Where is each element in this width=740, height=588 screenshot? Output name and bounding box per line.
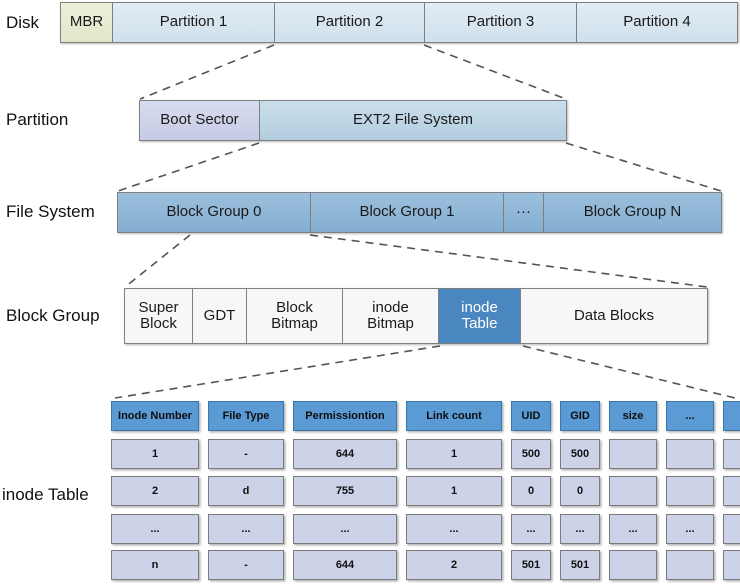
- fs-cell-block-group-1[interactable]: Block Group 1: [311, 193, 504, 232]
- inode-cell-inode-number: ...: [111, 514, 199, 544]
- connector-fs-right: [309, 234, 708, 288]
- bg-cell-inode-table[interactable]: inode Table: [439, 289, 521, 343]
- inode-cell-pointer: [723, 476, 740, 506]
- inode-cell-gid: 500: [560, 439, 600, 469]
- disk-cell-partition-1[interactable]: Partition 1: [113, 3, 275, 42]
- inode-cell-col-7: [666, 439, 714, 469]
- inode-cell-permissiontion: 644: [293, 550, 397, 580]
- inode-cell-uid: 500: [511, 439, 551, 469]
- ext2-layout-diagram: Disk Partition File System Block Group i…: [0, 0, 740, 588]
- inode-table-row: 2 d 755 1 0 0: [111, 476, 740, 506]
- inode-cell-permissiontion: ...: [293, 514, 397, 544]
- inode-cell-col-7: ...: [666, 514, 714, 544]
- fs-cell-block-group-n[interactable]: Block Group N: [544, 193, 721, 232]
- inode-cell-gid: 501: [560, 550, 600, 580]
- inode-cell-inode-number: n: [111, 550, 199, 580]
- inode-cell-link-count: 2: [406, 550, 502, 580]
- connector-bg-left: [114, 345, 441, 399]
- inode-table-row: n -644 2 501 501: [111, 550, 740, 580]
- inode-cell-uid: 501: [511, 550, 551, 580]
- bg-cell-super-block[interactable]: Super Block: [125, 289, 193, 343]
- inode-cell-size: ...: [609, 514, 657, 544]
- bg-cell-inode-bitmap[interactable]: inode Bitmap: [343, 289, 439, 343]
- inode-cell-inode-number: 1: [111, 439, 199, 469]
- disk-cell-partition-4[interactable]: Partition 4: [577, 3, 737, 42]
- connector-disk-right: [423, 44, 567, 100]
- bg-cell-block-bitmap[interactable]: Block Bitmap: [247, 289, 343, 343]
- inode-header-uid[interactable]: UID: [511, 401, 551, 431]
- inode-cell-permissiontion: 755: [293, 476, 397, 506]
- connector-partition-left: [117, 142, 260, 192]
- inode-header-gid[interactable]: GID: [560, 401, 600, 431]
- connector-disk-left: [139, 44, 275, 100]
- partition-cell-boot-sector[interactable]: Boot Sector: [140, 101, 260, 140]
- inode-cell-gid: ...: [560, 514, 600, 544]
- inode-cell-link-count: ...: [406, 514, 502, 544]
- inode-cell-size: [609, 439, 657, 469]
- file-system-band: Block Group 0 Block Group 1 ··· Block Gr…: [117, 192, 722, 233]
- inode-cell-file-type: -: [208, 550, 284, 580]
- inode-cell-pointer: [723, 550, 740, 580]
- row-label-disk: Disk: [6, 13, 40, 32]
- inode-cell-file-type: ...: [208, 514, 284, 544]
- inode-cell-link-count: 1: [406, 476, 502, 506]
- inode-cell-col-7: [666, 550, 714, 580]
- inode-header-link-count[interactable]: Link count: [406, 401, 502, 431]
- connector-partition-right: [565, 142, 722, 192]
- fs-cell-ellipsis: ···: [504, 193, 544, 232]
- disk-cell-partition-3[interactable]: Partition 3: [425, 3, 577, 42]
- fs-cell-block-group-0[interactable]: Block Group 0: [118, 193, 311, 232]
- inode-table-row: ...........................: [111, 514, 740, 544]
- inode-header-col-7[interactable]: ...: [666, 401, 714, 431]
- connector-bg-right: [522, 345, 736, 399]
- row-label-inode-table: inode Table: [2, 485, 89, 504]
- inode-header-inode-number[interactable]: Inode Number: [111, 401, 199, 431]
- inode-cell-permissiontion: 644: [293, 439, 397, 469]
- block-group-band: Super Block GDT Block Bitmap inode Bitma…: [124, 288, 708, 344]
- inode-header-file-type[interactable]: File Type: [208, 401, 284, 431]
- partition-band: Boot Sector EXT2 File System: [139, 100, 567, 141]
- inode-table-header-row: Inode Number File Type Permissiontion Link …: [111, 401, 740, 431]
- row-label-partition: Partition: [6, 110, 69, 129]
- disk-cell-partition-2[interactable]: Partition 2: [275, 3, 425, 42]
- disk-band: MBR Partition 1 Partition 2 Partition 3 …: [60, 2, 738, 43]
- inode-cell-size: [609, 550, 657, 580]
- inode-cell-size: [609, 476, 657, 506]
- inode-cell-uid: 0: [511, 476, 551, 506]
- inode-header-size[interactable]: size: [609, 401, 657, 431]
- inode-table-row: 1-644 1 500 500: [111, 439, 740, 469]
- inode-cell-file-type: d: [208, 476, 284, 506]
- inode-cell-pointer: [723, 439, 740, 469]
- bg-cell-data-blocks[interactable]: Data Blocks: [521, 289, 707, 343]
- inode-header-pointer[interactable]: pointer: [723, 401, 740, 431]
- inode-cell-inode-number: 2: [111, 476, 199, 506]
- row-label-file-system: File System: [6, 202, 95, 221]
- disk-cell-mbr[interactable]: MBR: [61, 3, 113, 42]
- inode-cell-gid: 0: [560, 476, 600, 506]
- inode-cell-uid: ...: [511, 514, 551, 544]
- row-label-block-group: Block Group: [6, 306, 100, 325]
- inode-cell-link-count: 1: [406, 439, 502, 469]
- inode-header-permissiontion[interactable]: Permissiontion: [293, 401, 397, 431]
- inode-cell-pointer: ...: [723, 514, 740, 544]
- inode-cell-file-type: -: [208, 439, 284, 469]
- connector-fs-left: [124, 234, 191, 288]
- bg-cell-gdt[interactable]: GDT: [193, 289, 247, 343]
- inode-cell-col-7: [666, 476, 714, 506]
- partition-cell-ext2-file-system[interactable]: EXT2 File System: [260, 101, 566, 140]
